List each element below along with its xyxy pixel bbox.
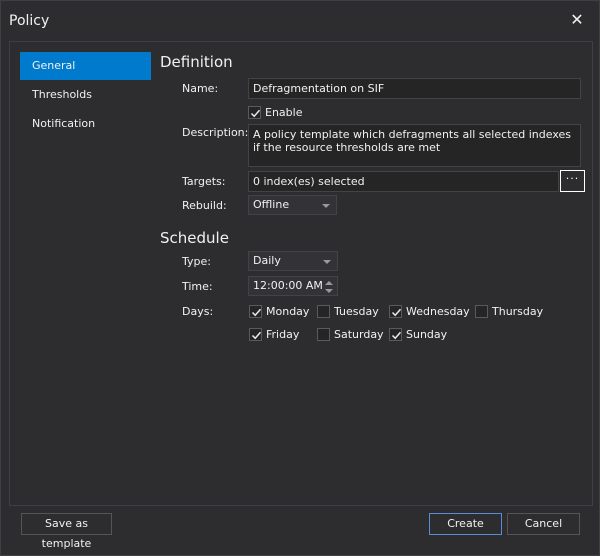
day-checkbox-tuesday[interactable] bbox=[317, 305, 330, 318]
day-checkbox-monday[interactable] bbox=[249, 305, 262, 318]
day-label-thursday[interactable]: Thursday bbox=[492, 305, 543, 318]
check-icon bbox=[391, 308, 402, 317]
time-stepper[interactable]: 12:00:00 AM bbox=[248, 276, 338, 296]
chevron-down-icon bbox=[323, 260, 331, 264]
policy-dialog: Policy ✕ General Thresholds Notification… bbox=[0, 0, 600, 556]
definition-heading: Definition bbox=[160, 53, 233, 71]
day-checkbox-sunday[interactable] bbox=[389, 328, 402, 341]
content-panel: General Thresholds Notification Definiti… bbox=[9, 41, 593, 506]
create-button[interactable]: Create bbox=[429, 513, 502, 535]
close-icon: ✕ bbox=[570, 10, 584, 29]
rebuild-label: Rebuild: bbox=[182, 199, 227, 212]
day-checkbox-wednesday[interactable] bbox=[389, 305, 402, 318]
time-spin-buttons bbox=[322, 278, 336, 296]
targets-field[interactable]: 0 index(es) selected bbox=[248, 171, 559, 192]
cancel-button[interactable]: Cancel bbox=[507, 513, 580, 535]
enable-label[interactable]: Enable bbox=[265, 106, 302, 119]
close-button[interactable]: ✕ bbox=[569, 12, 585, 28]
targets-label: Targets: bbox=[182, 175, 226, 188]
day-checkbox-friday[interactable] bbox=[249, 328, 262, 341]
day-checkbox-saturday[interactable] bbox=[317, 328, 330, 341]
spin-up-icon[interactable] bbox=[325, 281, 333, 285]
enable-checkbox[interactable] bbox=[248, 106, 261, 119]
time-label: Time: bbox=[182, 280, 213, 293]
type-label: Type: bbox=[182, 255, 211, 268]
save-as-template-button[interactable]: Save as template bbox=[21, 513, 112, 550]
nav-item-general[interactable]: General bbox=[20, 52, 151, 80]
day-checkbox-thursday[interactable] bbox=[475, 305, 488, 318]
rebuild-value: Offline bbox=[253, 198, 290, 211]
name-label: Name: bbox=[182, 82, 219, 95]
chevron-down-icon bbox=[322, 204, 330, 208]
check-icon bbox=[391, 331, 402, 340]
days-label: Days: bbox=[182, 305, 214, 318]
check-icon bbox=[250, 109, 261, 118]
name-field[interactable]: Defragmentation on SIF bbox=[248, 78, 581, 99]
description-field[interactable]: A policy template which defragments all … bbox=[248, 124, 581, 167]
browse-targets-button[interactable]: ··· bbox=[560, 170, 585, 192]
schedule-heading: Schedule bbox=[160, 229, 229, 247]
day-label-tuesday[interactable]: Tuesday bbox=[334, 305, 379, 318]
schedule-type-select[interactable]: Daily bbox=[248, 251, 338, 271]
check-icon bbox=[251, 331, 262, 340]
window-title: Policy bbox=[9, 13, 50, 29]
nav-item-thresholds[interactable]: Thresholds bbox=[20, 81, 151, 109]
rebuild-select[interactable]: Offline bbox=[248, 195, 337, 215]
day-label-friday[interactable]: Friday bbox=[266, 328, 299, 341]
day-label-saturday[interactable]: Saturday bbox=[334, 328, 384, 341]
schedule-type-value: Daily bbox=[253, 254, 281, 267]
check-icon bbox=[251, 308, 262, 317]
spin-down-icon[interactable] bbox=[325, 289, 333, 293]
day-label-sunday[interactable]: Sunday bbox=[406, 328, 447, 341]
description-label: Description: bbox=[182, 126, 249, 139]
time-value: 12:00:00 AM bbox=[253, 279, 323, 292]
title-bar: Policy ✕ bbox=[1, 1, 599, 41]
nav-item-notification[interactable]: Notification bbox=[20, 110, 151, 138]
day-label-wednesday[interactable]: Wednesday bbox=[406, 305, 470, 318]
day-label-monday[interactable]: Monday bbox=[266, 305, 309, 318]
